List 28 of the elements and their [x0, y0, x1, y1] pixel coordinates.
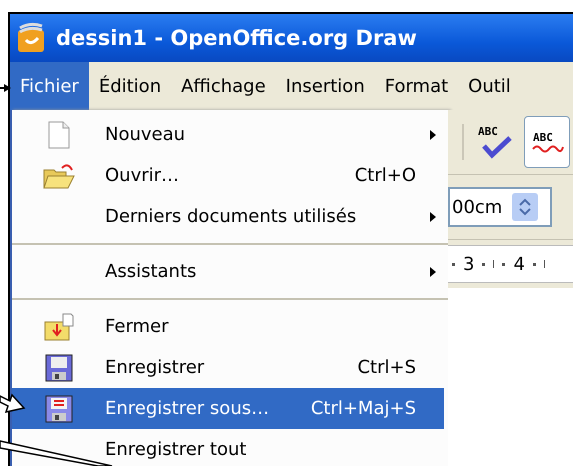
shortcut-label: Ctrl+Maj+S	[310, 398, 416, 419]
menu-item[interactable]: Enregistrer Ctrl+S	[12, 347, 444, 388]
size-field[interactable]: 00cm	[448, 187, 552, 227]
menu-item[interactable]: Enregistrer sous… Ctrl+Maj+S	[12, 388, 444, 429]
app-icon	[16, 22, 46, 54]
ruler-number: 3	[463, 254, 474, 274]
menu-item[interactable]: Enregistrer tout	[12, 429, 444, 466]
up-down-arrows-icon	[519, 198, 532, 216]
folder-icon	[42, 162, 76, 190]
blank-page-icon	[48, 120, 70, 148]
shortcut-label: Ctrl+O	[354, 165, 416, 186]
menu-title[interactable]: Affichage	[171, 62, 276, 110]
autospellcheck-button[interactable]: ABC	[524, 116, 570, 168]
menu-title[interactable]: Édition	[88, 62, 172, 110]
spin-button[interactable]	[512, 193, 538, 221]
menu-title[interactable]: Format	[374, 62, 458, 110]
menu-title[interactable]: Insertion	[276, 62, 375, 110]
ruler-number: 4	[513, 254, 525, 274]
folder-close-icon	[42, 312, 74, 342]
shortcut-label: Ctrl+S	[357, 357, 416, 378]
menu-title[interactable]: Fichier	[10, 62, 89, 110]
menu-item[interactable]: Derniers documents utilisés	[12, 196, 444, 237]
menu-item[interactable]: Ouvrir… Ctrl+O	[12, 155, 444, 196]
menu-item[interactable]: Fermer	[12, 306, 444, 347]
menu-item[interactable]: Nouveau	[12, 114, 444, 155]
menu-title[interactable]: Outil	[458, 62, 521, 110]
window-title: dessin1 - OpenOffice.org Draw	[56, 26, 417, 50]
menu-item[interactable]: Assistants	[12, 251, 444, 292]
